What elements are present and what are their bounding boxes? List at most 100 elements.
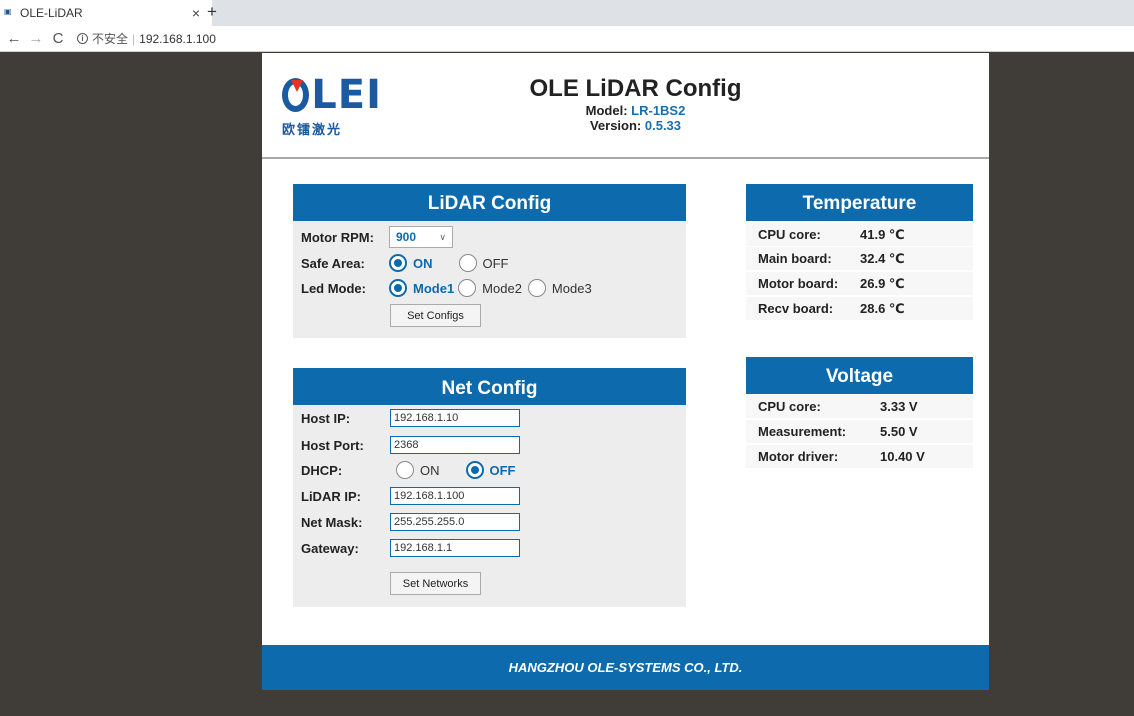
voltage-measurement-value: 5.50 V (880, 424, 918, 439)
radio-empty-icon (527, 279, 546, 297)
temp-row: Main board: 32.4 ℃ (746, 247, 973, 270)
page-footer: HANGZHOU OLE-SYSTEMS CO., LTD. (262, 645, 989, 690)
page-header: LEI 欧镭激光 OLE LiDAR Config Model: LR-1BS2… (262, 53, 989, 159)
reload-icon[interactable]: C (47, 30, 69, 47)
net-config-title: Net Config (293, 368, 686, 405)
temp-cpu-label: CPU core: (758, 227, 821, 242)
radio-selected-icon (465, 461, 484, 479)
voltage-panel: Voltage CPU core: 3.33 V Measurement: 5.… (746, 357, 973, 470)
led-mode2-label: Mode2 (482, 280, 522, 296)
motor-rpm-row: Motor RPM: 900 ∨ (301, 226, 453, 248)
lidar-ip-label: LiDAR IP: (301, 488, 361, 504)
browser-tab[interactable]: ▣ OLE-LiDAR × (0, 0, 212, 26)
gateway-label: Gateway: (301, 540, 359, 556)
info-icon[interactable]: i (77, 33, 88, 44)
led-mode3-label: Mode3 (551, 280, 592, 296)
lidar-config-panel: LiDAR Config Motor RPM: 900 ∨ Safe Area:… (293, 184, 686, 338)
dhcp-on-label: ON (420, 462, 440, 478)
address-bar[interactable]: i 不安全 | 192.168.1.100 (77, 30, 216, 47)
chevron-down-icon: ∨ (439, 231, 446, 242)
led-mode-label: Led Mode: (301, 280, 366, 296)
forward-icon[interactable]: → (25, 30, 47, 47)
led-mode1-label: Mode1 (413, 280, 455, 296)
net-mask-row: Net Mask: (301, 513, 520, 531)
set-networks-button[interactable]: Set Networks (390, 572, 481, 595)
gateway-row: Gateway: (301, 539, 520, 557)
safe-area-label: Safe Area: (301, 255, 365, 271)
voltage-cpu-label: CPU core: (758, 399, 821, 414)
host-port-row: Host Port: (301, 436, 520, 454)
temp-main-label: Main board: (758, 251, 832, 266)
safe-area-on-radio[interactable]: ON (389, 254, 433, 272)
temp-motor-label: Motor board: (758, 276, 839, 291)
dhcp-label: DHCP: (301, 462, 343, 478)
voltage-row: Measurement: 5.50 V (746, 420, 973, 443)
safe-area-off-label: OFF (482, 255, 509, 271)
gateway-input[interactable] (390, 539, 520, 557)
host-ip-input[interactable] (390, 409, 520, 427)
browser-tab-bar: ▣ OLE-LiDAR × + (0, 0, 1134, 26)
safe-area-row: Safe Area: ON OFF (301, 254, 517, 272)
temp-row: CPU core: 41.9 ℃ (746, 223, 973, 246)
host-port-input[interactable] (390, 436, 520, 454)
title-block: OLE LiDAR Config Model: LR-1BS2 Version:… (262, 75, 989, 133)
browser-toolbar: ← → C i 不安全 | 192.168.1.100 (0, 26, 1134, 52)
temperature-title: Temperature (746, 184, 973, 221)
temperature-panel: Temperature CPU core: 41.9 ℃ Main board:… (746, 184, 973, 321)
page-content: LEI 欧镭激光 OLE LiDAR Config Model: LR-1BS2… (262, 53, 989, 690)
voltage-motor-label: Motor driver: (758, 449, 839, 464)
safe-area-off-radio[interactable]: OFF (458, 254, 509, 272)
dhcp-on-radio[interactable]: ON (396, 461, 440, 479)
lidar-ip-row: LiDAR IP: (301, 487, 520, 505)
dhcp-row: DHCP: ON OFF (301, 461, 524, 479)
temp-row: Recv board: 28.6 ℃ (746, 297, 973, 320)
motor-rpm-label: Motor RPM: (301, 229, 374, 245)
new-tab-button[interactable]: + (202, 3, 222, 23)
led-mode1-radio[interactable]: Mode1 (389, 279, 454, 297)
safe-area-on-label: ON (413, 255, 433, 271)
url-text: 192.168.1.100 (139, 31, 216, 46)
voltage-cpu-value: 3.33 V (880, 399, 918, 414)
host-port-label: Host Port: (301, 437, 364, 453)
set-configs-button[interactable]: Set Configs (390, 304, 481, 327)
lidar-ip-input[interactable] (390, 487, 520, 505)
led-mode3-radio[interactable]: Mode3 (527, 279, 592, 297)
net-mask-input[interactable] (390, 513, 520, 531)
temp-recv-label: Recv board: (758, 301, 834, 316)
net-config-panel: Net Config Host IP: Host Port: DHCP: ON … (293, 368, 686, 607)
motor-rpm-select[interactable]: 900 ∨ (389, 226, 453, 248)
host-ip-row: Host IP: (301, 409, 520, 427)
radio-empty-icon (458, 254, 477, 272)
voltage-motor-value: 10.40 V (880, 449, 925, 464)
version-value: 0.5.33 (644, 118, 682, 133)
temp-motor-value: 26.9 ℃ (860, 275, 905, 291)
model-line: Model: LR-1BS2 (282, 103, 989, 118)
motor-rpm-value: 900 (396, 230, 417, 244)
temp-cpu-value: 41.9 ℃ (860, 226, 905, 242)
version-line: Version: 0.5.33 (282, 118, 989, 133)
voltage-measurement-label: Measurement: (758, 424, 847, 439)
favicon-icon: ▣ (4, 7, 12, 16)
page-title: OLE LiDAR Config (529, 75, 742, 102)
radio-selected-icon (389, 254, 407, 272)
dhcp-off-radio[interactable]: OFF (465, 461, 516, 479)
net-mask-label: Net Mask: (301, 514, 363, 530)
lidar-config-title: LiDAR Config (293, 184, 686, 221)
model-label: Model: (585, 103, 628, 118)
model-value: LR-1BS2 (631, 103, 686, 118)
temp-recv-value: 28.6 ℃ (860, 300, 905, 316)
led-mode-row: Led Mode: Mode1 Mode2 Mode3 (301, 279, 600, 297)
tab-title: OLE-LiDAR (20, 6, 83, 20)
led-mode2-radio[interactable]: Mode2 (458, 279, 522, 297)
radio-selected-icon (389, 279, 407, 297)
voltage-row: Motor driver: 10.40 V (746, 445, 973, 468)
radio-empty-icon (396, 461, 414, 479)
back-icon[interactable]: ← (3, 30, 25, 47)
voltage-row: CPU core: 3.33 V (746, 395, 973, 418)
radio-empty-icon (458, 279, 477, 297)
host-ip-label: Host IP: (301, 410, 351, 426)
address-separator: | (132, 31, 136, 46)
security-label: 不安全 (92, 32, 129, 46)
voltage-title: Voltage (746, 357, 973, 394)
temp-main-value: 32.4 ℃ (860, 250, 905, 266)
